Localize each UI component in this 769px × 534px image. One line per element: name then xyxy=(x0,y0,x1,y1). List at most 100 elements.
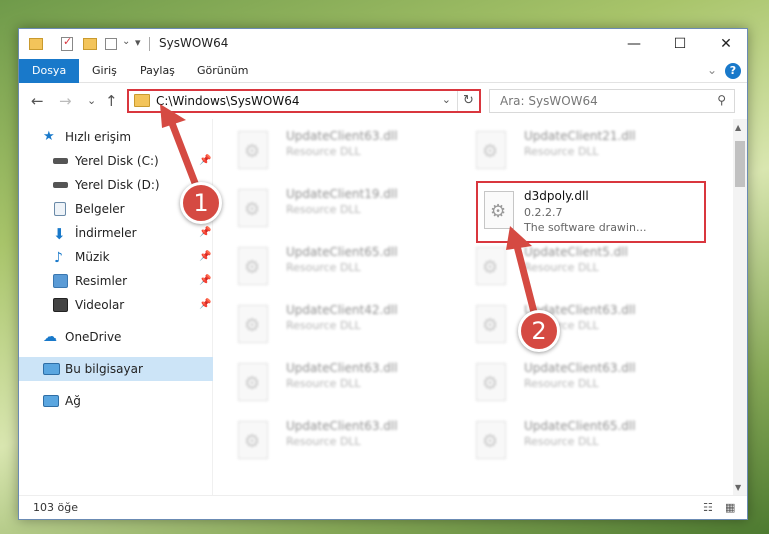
network-icon xyxy=(43,395,59,407)
tab-gorunum[interactable]: Görünüm xyxy=(184,59,261,83)
pin-icon[interactable]: 📌 xyxy=(199,293,211,317)
details-view-icon[interactable]: ☷ xyxy=(703,501,713,514)
file-name: UpdateClient65.dll xyxy=(286,245,398,259)
list-item[interactable]: UpdateClient63.dll Resource DLL xyxy=(214,415,434,465)
dll-file-icon xyxy=(238,305,268,343)
scrollbar-thumb[interactable] xyxy=(735,141,745,187)
dll-file-icon xyxy=(238,131,268,169)
tab-paylas[interactable]: Paylaş xyxy=(127,59,188,83)
list-item[interactable]: UpdateClient65.dll Resource DLL xyxy=(214,241,434,291)
scroll-down-icon[interactable]: ▼ xyxy=(735,483,741,492)
file-name: UpdateClient65.dll xyxy=(524,419,636,433)
file-description: Resource DLL xyxy=(286,319,361,332)
minimize-button[interactable]: — xyxy=(611,29,657,59)
recent-locations-icon[interactable]: ⌄ xyxy=(87,94,96,107)
dll-file-icon xyxy=(476,363,506,401)
file-description: Resource DLL xyxy=(286,261,361,274)
file-description: Resource DLL xyxy=(524,261,599,274)
sidebar-item-network[interactable]: Ağ xyxy=(19,389,213,413)
search-input[interactable]: Ara: SysWOW64 xyxy=(500,94,598,108)
address-path[interactable]: C:\Windows\SysWOW64 xyxy=(156,94,300,108)
address-dropdown-icon[interactable]: ⌄ xyxy=(442,93,451,106)
help-icon[interactable]: ? xyxy=(725,63,741,79)
dll-file-icon xyxy=(238,363,268,401)
navigation-pane: ★ Hızlı erişim Yerel Disk (C:) 📌 Yerel D… xyxy=(19,119,213,495)
list-item[interactable]: UpdateClient65.dll Resource DLL xyxy=(452,415,672,465)
list-item[interactable]: UpdateClient5.dll Resource DLL xyxy=(452,241,672,291)
drive-icon xyxy=(53,158,68,164)
tiles-view-icon[interactable]: ▦ xyxy=(725,501,735,514)
up-button[interactable]: ↑ xyxy=(105,92,118,110)
dll-file-icon xyxy=(484,191,514,229)
sidebar-item-this-pc[interactable]: Bu bilgisayar xyxy=(19,357,213,381)
properties-icon[interactable]: ✓ xyxy=(61,35,73,51)
refresh-button[interactable]: ↻ xyxy=(457,91,479,111)
download-icon: ⬇ xyxy=(53,225,66,243)
sidebar-item-label: Videolar xyxy=(75,298,125,312)
address-bar[interactable]: C:\Windows\SysWOW64 ⌄ ↻ xyxy=(127,89,481,113)
pin-icon[interactable]: 📌 xyxy=(199,221,211,245)
scroll-up-icon[interactable]: ▲ xyxy=(735,123,741,132)
picture-icon xyxy=(53,274,68,288)
list-item[interactable]: UpdateClient19.dll Resource DLL xyxy=(214,183,434,233)
close-button[interactable]: ✕ xyxy=(703,29,749,59)
file-version: 0.2.2.7 xyxy=(524,206,563,219)
pin-icon[interactable]: 📌 xyxy=(199,269,211,293)
dll-file-icon xyxy=(238,189,268,227)
dll-file-icon xyxy=(476,305,506,343)
step-1-badge: 1 xyxy=(180,182,222,224)
ribbon-collapse-icon[interactable]: ⌄ xyxy=(707,63,717,77)
vertical-scrollbar[interactable]: ▲ ▼ xyxy=(733,119,747,495)
cloud-icon: ☁ xyxy=(43,329,57,345)
file-description: Resource DLL xyxy=(286,377,361,390)
file-name: UpdateClient63.dll xyxy=(286,419,398,433)
window-title: SysWOW64 xyxy=(159,36,229,50)
list-item[interactable]: UpdateClient21.dll Resource DLL xyxy=(452,125,672,175)
file-name: UpdateClient19.dll xyxy=(286,187,398,201)
tab-dosya[interactable]: Dosya xyxy=(19,59,80,83)
sidebar-item-videos[interactable]: Videolar 📌 xyxy=(19,293,213,317)
search-icon[interactable]: ⚲ xyxy=(717,93,726,107)
list-item[interactable]: UpdateClient63.dll Resource DLL xyxy=(452,357,672,407)
file-name: UpdateClient63.dll xyxy=(286,129,398,143)
back-button[interactable]: ← xyxy=(31,92,44,110)
file-name: UpdateClient5.dll xyxy=(524,245,628,259)
document-icon xyxy=(54,202,66,216)
list-item[interactable]: UpdateClient63.dll Resource DLL xyxy=(214,357,434,407)
sidebar-item-music[interactable]: ♪ Müzik 📌 xyxy=(19,245,213,269)
sidebar-item-onedrive[interactable]: ☁ OneDrive xyxy=(19,325,213,349)
status-bar: 103 öğe ☷ ▦ xyxy=(19,495,747,519)
dll-file-icon xyxy=(238,421,268,459)
pin-icon[interactable]: 📌 xyxy=(199,149,211,173)
dll-file-icon xyxy=(476,131,506,169)
sidebar-item-quick-access[interactable]: ★ Hızlı erişim xyxy=(19,125,213,149)
file-description: Resource DLL xyxy=(286,435,361,448)
sidebar-item-downloads[interactable]: ⬇ İndirmeler 📌 xyxy=(19,221,213,245)
quick-access-dropdown-icon[interactable]: ⌄ xyxy=(122,36,130,52)
file-name: UpdateClient63.dll xyxy=(286,361,398,375)
forward-button[interactable]: → xyxy=(59,92,72,110)
list-item[interactable]: UpdateClient63.dll Resource DLL xyxy=(452,299,672,349)
new-folder-icon[interactable] xyxy=(83,38,97,50)
sidebar-item-label: İndirmeler xyxy=(75,226,137,240)
drive-icon xyxy=(53,182,68,188)
maximize-button[interactable]: ☐ xyxy=(657,29,703,59)
pin-icon[interactable]: 📌 xyxy=(199,245,211,269)
tab-giris[interactable]: Giriş xyxy=(79,59,130,83)
sidebar-item-label: Ağ xyxy=(65,394,81,408)
folder-icon xyxy=(134,94,150,107)
customize-icon[interactable]: ▾ xyxy=(135,36,141,52)
list-item[interactable]: UpdateClient42.dll Resource DLL xyxy=(214,299,434,349)
rename-icon[interactable] xyxy=(105,38,117,50)
title-bar: ✓ ⌄ ▾ SysWOW64 — ☐ ✕ xyxy=(19,29,747,59)
sidebar-item-pictures[interactable]: Resimler 📌 xyxy=(19,269,213,293)
list-item[interactable]: UpdateClient63.dll Resource DLL xyxy=(214,125,434,175)
sidebar-item-label: Resimler xyxy=(75,274,128,288)
navigation-bar: ← → ⌄ ↑ C:\Windows\SysWOW64 ⌄ ↻ Ara: Sys… xyxy=(19,83,747,119)
dll-file-icon xyxy=(476,247,506,285)
search-box[interactable]: Ara: SysWOW64 ⚲ xyxy=(489,89,735,113)
file-description: Resource DLL xyxy=(524,435,599,448)
sidebar-item-local-disk-c[interactable]: Yerel Disk (C:) 📌 xyxy=(19,149,213,173)
ribbon-tabs: Dosya Giriş Paylaş Görünüm ⌄ ? xyxy=(19,59,747,83)
highlighted-file-d3dpoly[interactable]: d3dpoly.dll 0.2.2.7 The software drawin.… xyxy=(476,181,706,243)
